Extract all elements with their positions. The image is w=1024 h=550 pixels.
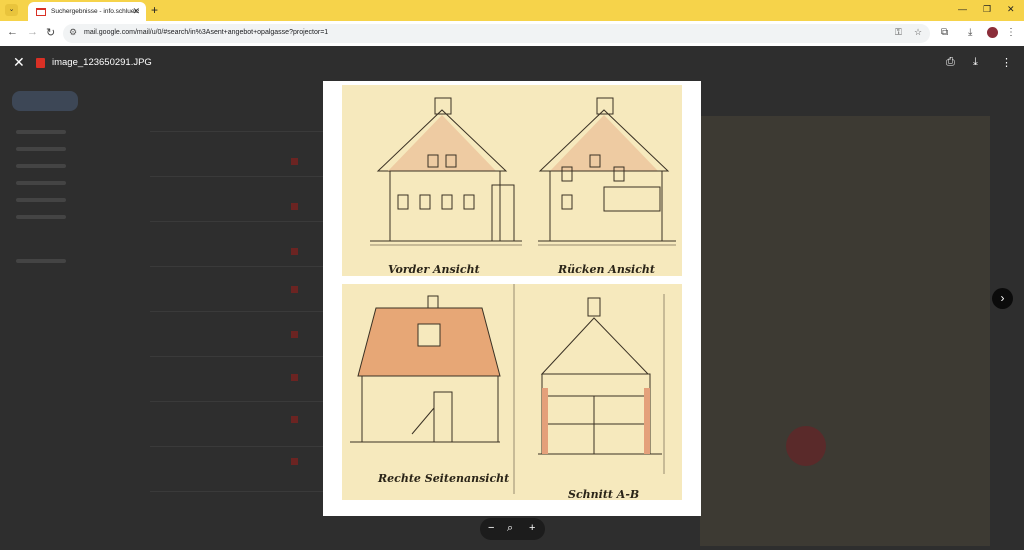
section-sketch <box>350 284 665 494</box>
elevation-drawing-top: Vorder Ansicht Rücken Ansicht <box>342 85 682 276</box>
zoom-controls: − ⌕ + <box>480 518 545 540</box>
image-file-icon <box>36 58 45 68</box>
file-name: image_123650291.JPG <box>52 57 152 68</box>
image-preview: Vorder Ansicht Rücken Ansicht Rechte Sei… <box>323 81 701 516</box>
tab-close-icon[interactable]: ✕ <box>132 6 140 17</box>
zoom-reset-icon[interactable]: ⌕ <box>507 522 513 535</box>
restore-icon[interactable]: ❐ <box>983 4 991 15</box>
nav-line <box>16 198 66 202</box>
tab-title: Suchergebnisse - info.schluessel <box>51 8 139 15</box>
reload-icon[interactable]: ↻ <box>46 26 55 39</box>
forward-icon[interactable]: → <box>27 26 38 38</box>
minimize-icon[interactable]: — <box>958 4 967 14</box>
attachment-icon-dimmed <box>291 248 298 255</box>
browser-tab-strip: ⌄ Suchergebnisse - info.schluessel ✕ + —… <box>0 0 1024 21</box>
viewer-close-icon[interactable]: ✕ <box>13 54 25 71</box>
window-close-icon[interactable]: ✕ <box>1007 4 1015 15</box>
download-icon[interactable]: ⤓ <box>973 56 978 69</box>
nav-line <box>16 181 66 185</box>
nav-line <box>16 215 66 219</box>
print-icon[interactable]: ⎙ <box>946 56 955 69</box>
extensions-icon[interactable]: ⧉ <box>941 27 948 38</box>
attachment-icon-dimmed <box>291 374 298 381</box>
new-tab-button[interactable]: + <box>151 3 158 17</box>
bookmark-star-icon[interactable]: ☆ <box>914 27 922 38</box>
attachment-icon-dimmed <box>291 286 298 293</box>
url-text: mail.google.com/mail/u/0/#search/in%3Ase… <box>84 29 329 36</box>
zoom-out-button[interactable]: − <box>488 522 494 534</box>
password-key-icon[interactable]: ⚿ <box>895 27 902 38</box>
attachment-icon-dimmed <box>291 158 298 165</box>
attachment-icon-dimmed <box>291 458 298 465</box>
label-front-view: Vorder Ansicht <box>388 263 480 276</box>
elevation-sketch <box>370 97 676 246</box>
site-info-icon[interactable]: ⚙ <box>69 27 77 38</box>
browser-toolbar: ← → ↻ ⚙ mail.google.com/mail/u/0/#search… <box>0 21 1024 46</box>
next-attachment-button[interactable]: › <box>992 288 1013 309</box>
browser-tab-gmail[interactable]: Suchergebnisse - info.schluessel ✕ <box>28 2 146 21</box>
stamp-logo-dimmed <box>786 426 826 466</box>
browser-menu-icon[interactable]: ⋮ <box>1006 27 1016 38</box>
nav-line <box>16 147 66 151</box>
tab-search-button[interactable]: ⌄ <box>5 4 18 16</box>
label-section: Schnitt A-B <box>568 488 640 501</box>
nav-line <box>16 259 66 263</box>
nav-line <box>16 130 66 134</box>
attachment-icon-dimmed <box>291 416 298 423</box>
compose-button-dimmed <box>12 91 78 111</box>
elevation-drawing-bottom: Rechte Seitenansicht Schnitt A-B <box>342 284 682 501</box>
back-icon[interactable]: ← <box>7 26 18 38</box>
profile-avatar[interactable] <box>987 27 998 38</box>
attachment-icon-dimmed <box>291 203 298 210</box>
address-bar[interactable]: ⚙ mail.google.com/mail/u/0/#search/in%3A… <box>63 24 930 43</box>
zoom-in-button[interactable]: + <box>529 522 535 534</box>
preview-panel-dimmed <box>700 116 990 546</box>
more-vert-icon[interactable]: ⋮ <box>1001 56 1012 69</box>
label-side-view: Rechte Seitenansicht <box>378 472 510 485</box>
gmail-icon <box>36 7 46 16</box>
nav-line <box>16 164 66 168</box>
label-back-view: Rücken Ansicht <box>558 263 655 276</box>
downloads-icon[interactable]: ⤓ <box>968 27 972 38</box>
attachment-icon-dimmed <box>291 331 298 338</box>
